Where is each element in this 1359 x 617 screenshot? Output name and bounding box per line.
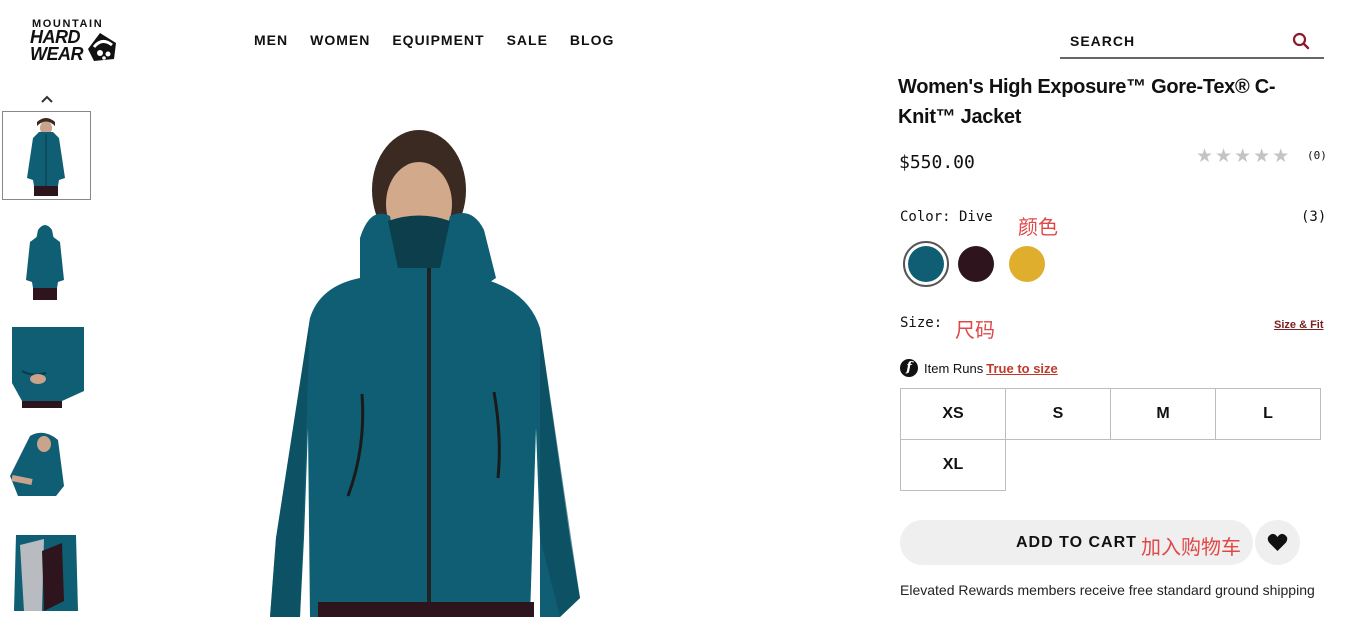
nav-women[interactable]: WOMEN	[310, 32, 370, 48]
star-icon: ★	[1196, 146, 1214, 167]
logo-text-line2: HARD WEAR	[30, 28, 84, 64]
nav-men[interactable]: MEN	[254, 32, 288, 48]
size-fit-link[interactable]: Size & Fit	[1274, 319, 1324, 331]
product-price: $550.00	[899, 152, 975, 173]
annotation-color: 颜色	[1018, 215, 1058, 239]
thumbnail-back[interactable]	[2, 216, 91, 305]
add-to-cart-button[interactable]: ADD TO CART 加入购物车	[900, 520, 1253, 565]
review-count[interactable]: (0)	[1307, 149, 1327, 162]
size-option-xl[interactable]: XL	[900, 439, 1006, 491]
thumbnail-detail-pocket[interactable]	[2, 321, 91, 410]
color-label: Color: Dive	[900, 209, 993, 225]
star-icon: ★	[1272, 146, 1290, 167]
nav-sale[interactable]: SALE	[507, 32, 548, 48]
search-icon[interactable]	[1292, 32, 1310, 50]
nav-blog[interactable]: BLOG	[570, 32, 614, 48]
fit-predictor-icon: f	[900, 359, 918, 377]
fit-info: f Item Runs True to size	[900, 359, 1058, 377]
nav-equipment[interactable]: EQUIPMENT	[392, 32, 484, 48]
color-swatch-dive[interactable]	[903, 241, 949, 287]
heart-icon	[1267, 533, 1288, 551]
annotation-cart: 加入购物车	[1141, 535, 1241, 559]
size-option-s[interactable]: S	[1005, 388, 1111, 440]
chevron-up-icon[interactable]	[40, 93, 54, 105]
star-icon: ★	[1215, 146, 1233, 167]
color-swatch-gold[interactable]	[1009, 246, 1045, 282]
size-selector: XS S M L XL	[900, 388, 1321, 491]
brand-logo[interactable]: MOUNTAIN HARD WEAR	[30, 18, 122, 70]
logo-mark-icon	[88, 33, 116, 61]
size-option-m[interactable]: M	[1110, 388, 1216, 440]
thumbnail-front[interactable]	[2, 111, 91, 200]
logo-wear: WEAR	[30, 44, 84, 64]
add-to-cart-label: ADD TO CART	[1016, 534, 1137, 551]
star-icon: ★	[1234, 146, 1252, 167]
wishlist-button[interactable]	[1255, 520, 1300, 565]
size-option-l[interactable]: L	[1215, 388, 1321, 440]
item-runs-text: Item Runs	[924, 360, 984, 376]
color-count: (3)	[1301, 209, 1327, 225]
search-input[interactable]	[1070, 30, 1280, 52]
main-nav: MEN WOMEN EQUIPMENT SALE BLOG	[254, 32, 614, 48]
true-to-size-link[interactable]: True to size	[986, 361, 1058, 376]
star-icon: ★	[1253, 146, 1271, 167]
rewards-message: Elevated Rewards members receive free st…	[900, 582, 1315, 598]
thumbnail-open-lining[interactable]	[2, 531, 91, 617]
annotation-size: 尺码	[955, 318, 995, 342]
rating-stars[interactable]: ★ ★ ★ ★ ★	[1196, 146, 1290, 167]
color-swatch-plum[interactable]	[958, 246, 994, 282]
size-option-xs[interactable]: XS	[900, 388, 1006, 440]
search-bar	[1060, 28, 1324, 59]
product-title: Women's High Exposure™ Gore-Tex® C-Knit™…	[898, 76, 1276, 128]
thumbnail-side-hood[interactable]	[2, 426, 91, 515]
size-label: Size:	[900, 315, 943, 331]
product-main-image	[270, 130, 580, 617]
